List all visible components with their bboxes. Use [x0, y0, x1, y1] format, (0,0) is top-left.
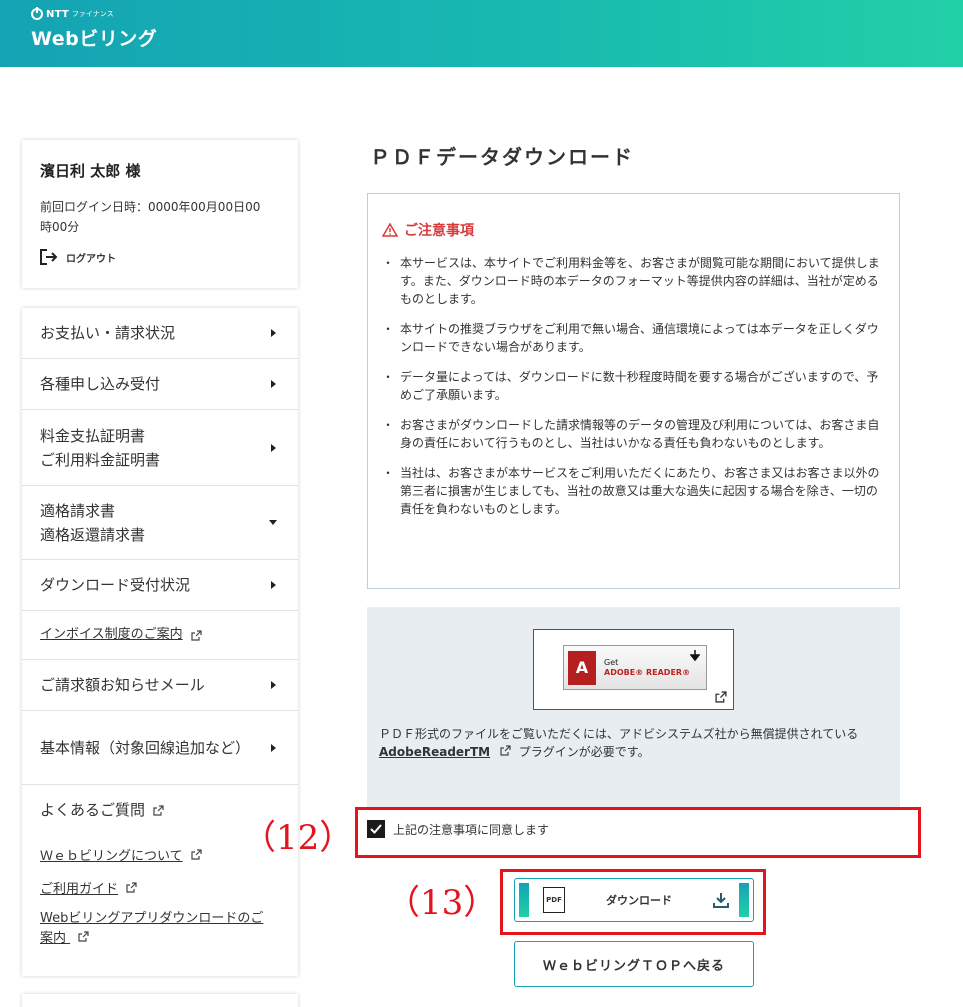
sidebar-item-invoices[interactable]: 適格請求書 適格返還請求書 [22, 486, 298, 560]
sidebar-item-label: ご請求額お知らせメール [40, 676, 205, 694]
chevron-right-icon [271, 681, 276, 689]
back-to-top-button[interactable]: ＷｅｂビリングＴＯＰへ戻る [514, 941, 754, 987]
sidebar-sublinks: Ｗｅｂビリングについて ご利用ガイド Webビリングアプリダウンロードのご案内 [22, 845, 298, 949]
sidebar-item-certificates[interactable]: 料金支払証明書 ご利用料金証明書 [22, 410, 298, 486]
sidebar-item-label: 各種申し込み受付 [40, 375, 161, 393]
label-line-2: ご利用料金証明書 [40, 450, 161, 469]
label-line-2: 適格返還請求書 [40, 525, 146, 544]
brand-ntt: NTT [46, 8, 69, 20]
sublink-app-download[interactable]: Webビリングアプリダウンロードのご案内 [40, 909, 265, 949]
annotation-box-13 [500, 869, 766, 935]
user-card: 濱日利 太郎 様 前回ログイン日時：0000年00月00日00時00分 ログアウ… [22, 140, 298, 288]
logout-button[interactable]: ログアウト [40, 249, 280, 265]
sublink-label: Webビリングアプリダウンロードのご案内 [40, 911, 264, 946]
app-logo[interactable]: Webビリング [31, 24, 157, 51]
sidebar-item-download-status[interactable]: ダウンロード受付状況 [22, 560, 298, 611]
brand-finance: ファイナンス [71, 10, 114, 18]
notice-item: 本サービスは、本サイトでご利用料金等を、お客さまが閲覧可能な期間において提供しま… [382, 254, 885, 308]
adobe-reader-text: ADOBE® READER® [604, 667, 691, 677]
ntt-finance-logo: NTT ファイナンス [31, 7, 114, 20]
sidebar-item-basic-info[interactable]: 基本情報（対象回線追加など） [22, 711, 298, 785]
logout-label: ログアウト [66, 253, 116, 265]
sidebar-item-label: お支払い・請求状況 [40, 324, 176, 342]
annotation-label-13: （13） [386, 883, 498, 923]
sidebar-item-label: 料金支払証明書 ご利用料金証明書 [40, 424, 160, 472]
external-link-icon [191, 629, 202, 641]
sidebar-link[interactable]: インボイス制度のご案内 [40, 623, 202, 647]
adobe-description: ＰＤＦ形式のファイルをご覧いただくには、アドビシステムズ社から無償提供されている… [379, 725, 889, 761]
chevron-right-icon [271, 443, 276, 452]
notice-item: お客さまがダウンロードした請求情報等のデータの管理及び利用については、お客さま自… [382, 416, 885, 452]
external-link-icon [78, 931, 89, 942]
logout-icon [40, 249, 58, 265]
label-line-1: 料金支払証明書 [40, 426, 146, 445]
notice-list: 本サービスは、本サイトでご利用料金等を、お客さまが閲覧可能な期間において提供しま… [382, 254, 885, 518]
sidebar-item-label: 適格請求書 適格返還請求書 [40, 499, 145, 547]
sidebar-item-payment-status[interactable]: お支払い・請求状況 [22, 308, 298, 359]
sidebar-item-label: インボイス制度のご案内 [40, 627, 183, 642]
app-header: NTT ファイナンス Webビリング [0, 0, 963, 67]
sublink-guide[interactable]: ご利用ガイド [40, 878, 280, 897]
sidebar-item-label: ダウンロード受付状況 [40, 576, 191, 594]
adobe-reader-badge: A Get ADOBE® READER® [563, 645, 707, 690]
notice-title: ご注意事項 [404, 223, 474, 239]
user-name: 濱日利 太郎 様 [40, 162, 141, 180]
ntt-logo-icon [31, 7, 43, 20]
sublink-label: ご利用ガイド [40, 882, 119, 897]
external-link-icon [153, 804, 164, 816]
chevron-right-icon [271, 329, 276, 337]
adobe-desc-tail: プラグインが必要です。 [518, 745, 650, 759]
notice-heading: ご注意事項 [382, 220, 885, 240]
notice-item: 当社は、お客さまが本サービスをご利用いただくにあたり、お客さま又はお客さま以外の… [382, 464, 885, 518]
adobe-reader-section: A Get ADOBE® READER® ＰＤＦ形式のファイルをご覧いただくには… [367, 607, 900, 807]
sidebar-item-invoice-system[interactable]: インボイス制度のご案内 [22, 611, 298, 660]
external-link-icon [191, 849, 202, 860]
sidebar-item-notification-mail[interactable]: ご請求額お知らせメール [22, 660, 298, 711]
warning-icon [382, 223, 398, 237]
sublink-label: Ｗｅｂビリングについて [40, 849, 183, 864]
sidebar-item-applications[interactable]: 各種申し込み受付 [22, 359, 298, 410]
notice-item: データ量によっては、ダウンロードに数十秒程度時間を要する場合がございますので、予… [382, 368, 885, 404]
download-arrow-icon [690, 650, 700, 662]
page-title: ＰＤＦデータダウンロード [370, 145, 634, 169]
adobe-get-text: Get [604, 657, 619, 667]
sidebar-menu: お支払い・請求状況 各種申し込み受付 料金支払証明書 ご利用料金証明書 適格請求… [22, 308, 298, 976]
notice-box: ご注意事項 本サービスは、本サイトでご利用料金等を、お客さまが閲覧可能な期間にお… [367, 193, 900, 589]
external-link-icon [500, 745, 511, 756]
last-login-text: 前回ログイン日時：0000年00月00日00時00分 [40, 200, 261, 234]
sidebar-item-label: 基本情報（対象回線追加など） [40, 738, 251, 757]
chevron-right-icon [271, 743, 276, 752]
chevron-right-icon [271, 380, 276, 388]
external-link-icon [126, 882, 137, 893]
adobe-desc-text: ＰＤＦ形式のファイルをご覧いただくには、アドビシステムズ社から無償提供されている [379, 727, 859, 741]
external-link-icon [715, 691, 727, 703]
annotation-label-12: （12） [242, 818, 354, 858]
get-adobe-reader-button[interactable]: A Get ADOBE® READER® [533, 629, 734, 710]
notice-item: 本サイトの推奨ブラウザをご利用で無い場合、通信環境によっては本データを正しくダウ… [382, 320, 885, 356]
adobe-logo-icon: A [568, 650, 596, 685]
sidebar-bottom-card [22, 994, 298, 1007]
chevron-down-icon [269, 520, 277, 525]
annotation-box-12 [355, 807, 921, 858]
chevron-right-icon [271, 581, 276, 589]
faq-link[interactable]: よくあるご質問 [40, 798, 164, 822]
sidebar-item-label: よくあるご質問 [40, 801, 146, 819]
label-line-1: 適格請求書 [40, 501, 116, 520]
adobe-reader-link[interactable]: AdobeReaderTM [379, 745, 490, 759]
